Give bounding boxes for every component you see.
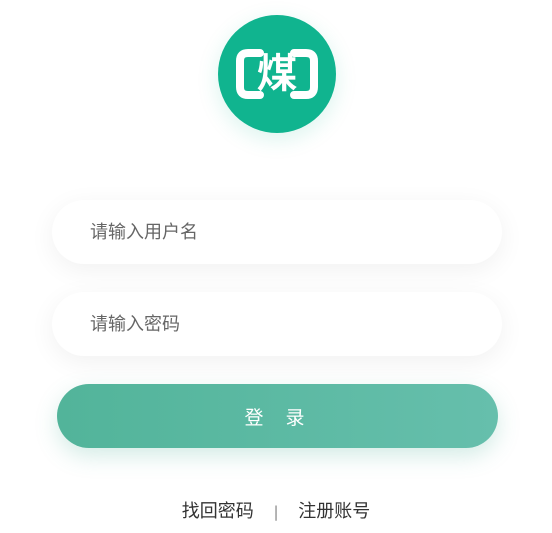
register-link[interactable]: 注册账号 xyxy=(298,501,370,522)
username-field-container xyxy=(52,200,502,264)
password-field-container xyxy=(52,292,502,356)
auth-links: 找回密码 | 注册账号 xyxy=(0,497,552,523)
password-input[interactable] xyxy=(52,292,502,356)
logo-character: 煤 xyxy=(257,51,297,97)
username-input[interactable] xyxy=(52,200,502,264)
link-separator: | xyxy=(273,503,279,521)
login-button[interactable]: 登 录 xyxy=(57,384,498,448)
forgot-password-link[interactable]: 找回密码 xyxy=(182,501,254,522)
app-logo: 煤 xyxy=(218,15,336,133)
